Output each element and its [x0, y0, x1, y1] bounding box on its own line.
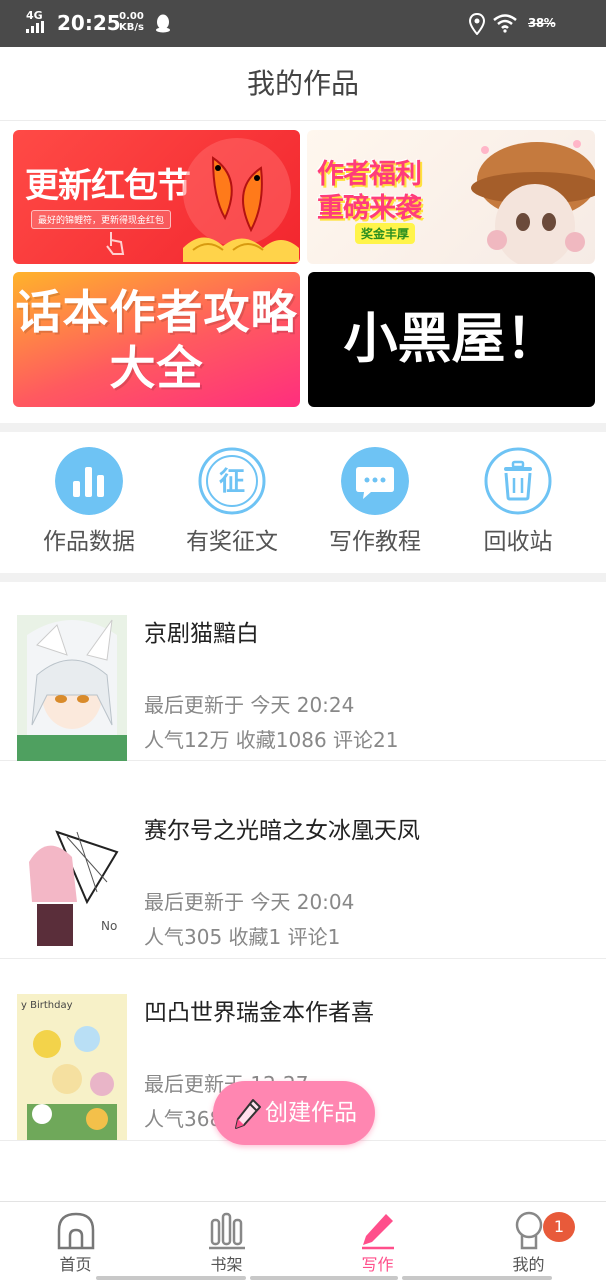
work-cover-image: No [17, 812, 127, 958]
create-work-button[interactable]: 创建作品 [213, 1081, 375, 1145]
quick-action-contest[interactable]: 征 有奖征文 [172, 447, 292, 559]
bottom-navigation: 首页 书架 写作 我的 [0, 1201, 606, 1280]
zheng-icon: 征 [198, 447, 266, 515]
work-stats: 人气305 收藏1 评论1 [144, 925, 341, 949]
banner-title-line1: 话本作者攻略 [15, 285, 298, 339]
work-title: 凹凸世界瑞金本作者喜 [144, 1000, 374, 1026]
banner-title-line2: 大全 [109, 341, 204, 395]
notification-badge: 1 [543, 1212, 575, 1242]
nav-bookshelf[interactable]: 书架 [151, 1202, 302, 1281]
page-title: 我的作品 [246, 67, 359, 100]
status-bar: 4G 20:25 0.00 KB/s 38% [0, 0, 606, 47]
quick-action-recycle-bin[interactable]: 回收站 [458, 447, 578, 559]
signal-icon [26, 21, 44, 33]
work-stats: 人气12万 收藏1086 评论21 [144, 728, 399, 752]
speed-unit: KB/s [119, 22, 144, 33]
work-stats: 人气368 [144, 1107, 223, 1131]
banner-title: 作者福利 重磅来袭 [317, 158, 422, 226]
title-bar: 我的作品 [0, 47, 606, 121]
quick-action-label: 回收站 [483, 529, 553, 555]
create-work-label: 创建作品 [265, 1100, 357, 1126]
chat-bubble-icon [341, 447, 409, 515]
clock: 20:25 [57, 11, 121, 35]
nav-label: 写作 [361, 1255, 394, 1274]
wifi-icon [493, 14, 517, 33]
work-cover-image: y Birthday [17, 994, 127, 1140]
quick-action-label: 有奖征文 [186, 529, 278, 555]
gesture-bar-right [402, 1276, 552, 1280]
banner-badge: 奖金丰厚 [355, 223, 416, 244]
network-type: 4G [26, 9, 43, 22]
speed-value: 0.00 [119, 11, 144, 22]
banner-title-line2: 重磅来袭 [317, 193, 422, 224]
work-updated: 最后更新于 今天 20:04 [144, 890, 355, 914]
work-cover-image [17, 615, 127, 761]
nav-label: 我的 [512, 1255, 545, 1274]
quick-action-tutorial[interactable]: 写作教程 [315, 447, 435, 559]
banner-title: 小黑屋！ [343, 307, 560, 370]
location-icon [468, 13, 486, 35]
nav-home[interactable]: 首页 [0, 1202, 151, 1281]
svg-text:No: No [101, 919, 117, 933]
bookshelf-icon [209, 1212, 245, 1250]
work-title: 京剧猫黯白 [144, 621, 259, 647]
network-speed: 0.00 KB/s [119, 11, 144, 33]
battery-icon: 38% [528, 16, 556, 30]
work-updated: 最后更新于 今天 20:24 [144, 693, 355, 717]
qq-icon [156, 14, 170, 33]
work-item[interactable]: No 赛尔号之光暗之女冰凰天凤 最后更新于 今天 20:04 人气305 收藏1… [0, 778, 606, 959]
anime-girl-illustration [471, 140, 595, 264]
pencil-icon [235, 1099, 261, 1129]
koi-fish-illustration [183, 138, 299, 262]
bar-chart-icon [55, 447, 123, 515]
nav-profile[interactable]: 我的 [453, 1202, 604, 1281]
quick-action-label: 写作教程 [329, 529, 421, 555]
work-item[interactable]: 京剧猫黯白 最后更新于 今天 20:24 人气12万 收藏1086 评论21 [0, 581, 606, 761]
write-icon [362, 1214, 394, 1250]
banner-red-packet[interactable]: 更新红包节 最好的锦鲤符，更新得现金红包 [13, 130, 300, 264]
banner-title: 话本作者攻略 大全 [13, 284, 300, 396]
nav-label: 首页 [59, 1255, 92, 1274]
svg-text:征: 征 [219, 467, 245, 497]
nav-write[interactable]: 写作 [302, 1202, 453, 1281]
gesture-bar-middle [250, 1276, 398, 1280]
work-title: 赛尔号之光暗之女冰凰天凤 [144, 818, 420, 844]
banner-title-line1: 作者福利 [317, 159, 422, 190]
quick-action-label: 作品数据 [43, 529, 135, 555]
banner-title: 更新红包节 [25, 166, 191, 206]
banner-author-guide[interactable]: 话本作者攻略 大全 [13, 272, 300, 407]
banner-subtitle: 最好的锦鲤符，更新得现金红包 [31, 210, 172, 229]
section-divider [0, 423, 606, 432]
banner-black-room[interactable]: 小黑屋！ [308, 272, 595, 407]
tap-hand-icon [106, 232, 125, 255]
trash-icon [484, 447, 552, 515]
nav-label: 书架 [210, 1255, 243, 1274]
home-icon [57, 1212, 95, 1250]
quick-action-work-data[interactable]: 作品数据 [29, 447, 149, 559]
svg-text:y Birthday: y Birthday [21, 1000, 73, 1011]
banner-author-welfare[interactable]: 作者福利 重磅来袭 奖金丰厚 [307, 130, 595, 264]
gesture-bar-left [96, 1276, 246, 1280]
